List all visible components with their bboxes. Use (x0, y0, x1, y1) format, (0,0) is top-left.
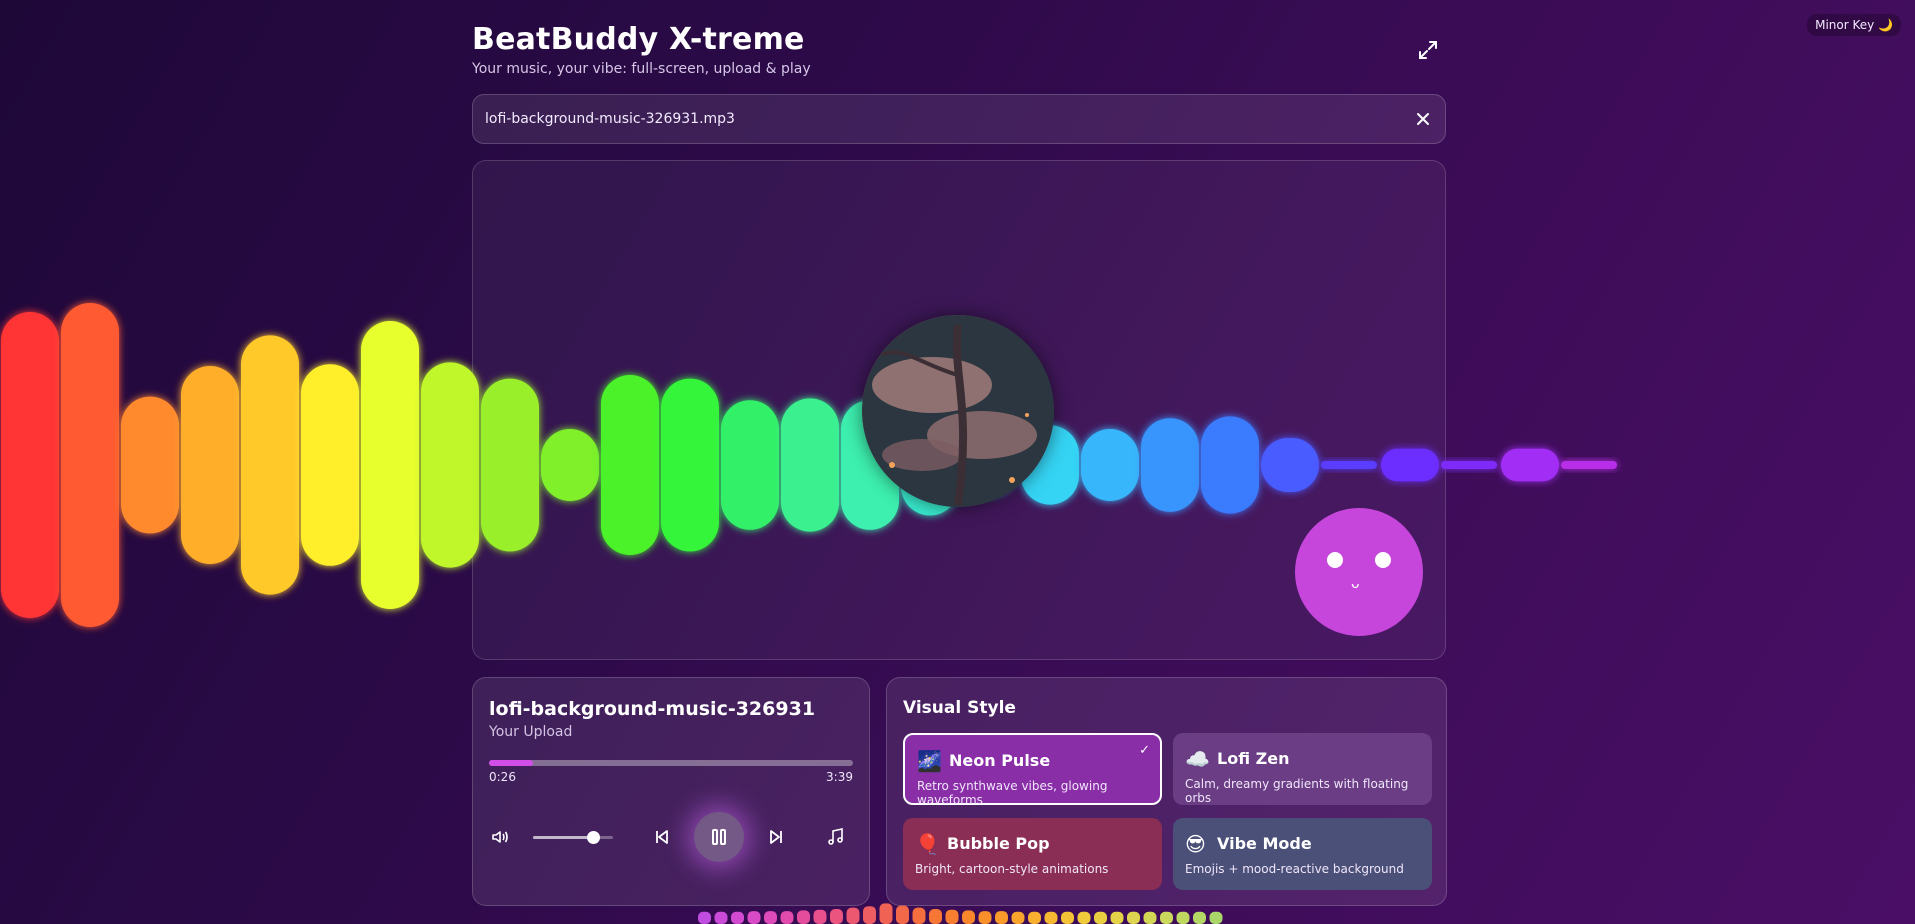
eq-bar (731, 911, 744, 924)
eq-bar (714, 911, 728, 924)
fullscreen-button[interactable] (1412, 34, 1444, 66)
waveform-bar (241, 335, 299, 595)
mascot-right-eye (1375, 552, 1391, 568)
playback-controls (473, 812, 869, 862)
eq-bar (1176, 911, 1190, 924)
eq-bar (863, 906, 876, 924)
style-option-desc: Calm, dreamy gradients with floating orb… (1185, 777, 1409, 805)
volume-icon (492, 831, 508, 843)
waveform-bar (1441, 461, 1497, 469)
app-header: BeatBuddy X-treme Your music, your vibe:… (472, 22, 811, 77)
waveform-bar (61, 303, 119, 627)
progress-fill (489, 760, 533, 766)
music-note-icon (828, 828, 843, 845)
mascot-mouth: ᴗ (1351, 576, 1360, 592)
balloon-icon: 🎈 (915, 832, 940, 856)
check-icon: ✓ (1139, 743, 1150, 758)
visual-style-card: Visual Style 🌌 Neon Pulse Retro synthwav… (886, 677, 1447, 906)
eq-bar (1011, 911, 1025, 924)
file-name: lofi-background-music-326931.mp3 (485, 111, 735, 127)
style-option-desc: Retro synthwave vibes, glowing waveforms (917, 779, 1108, 807)
eq-bar (912, 907, 926, 924)
eq-bar (945, 909, 959, 924)
mute-button[interactable] (489, 826, 511, 848)
volume-slider[interactable] (533, 831, 613, 844)
style-option-name: Vibe Mode (1217, 834, 1312, 853)
eq-bar (1061, 911, 1074, 924)
eq-bar (764, 911, 777, 924)
previous-button[interactable] (651, 826, 673, 848)
eq-bar (846, 907, 860, 924)
waveform-bar (121, 396, 179, 534)
volume-thumb[interactable] (587, 831, 600, 844)
waveform-bar (361, 321, 419, 609)
elapsed-time: 0:26 (489, 770, 516, 784)
eq-bar (780, 911, 794, 924)
app-subtitle: Your music, your vibe: full-screen, uplo… (472, 61, 811, 77)
eq-bar (1028, 911, 1041, 924)
waveform-bar (421, 362, 479, 568)
waveform-bar (1501, 448, 1559, 482)
album-art (862, 315, 1054, 507)
close-icon (1417, 113, 1429, 125)
waveform-bar (1561, 461, 1617, 469)
eq-bar (1110, 911, 1124, 924)
style-option-lofi-zen[interactable]: ☁️ Lofi Zen Calm, dreamy gradients with … (1173, 733, 1432, 805)
mini-equalizer (698, 903, 1223, 924)
waveform-bar (1, 312, 59, 618)
visual-style-heading: Visual Style (903, 698, 1016, 718)
eq-bar (929, 909, 942, 924)
eq-bar (1143, 911, 1157, 924)
eq-bar (1209, 911, 1223, 924)
style-option-name: Bubble Pop (947, 834, 1050, 853)
eq-bar (1077, 911, 1091, 924)
waveform-bar (181, 366, 239, 564)
style-option-vibe-mode[interactable]: 😎 Vibe Mode Emojis + mood-reactive backg… (1173, 818, 1432, 890)
eq-bar (1044, 911, 1058, 924)
eq-bar (1127, 911, 1140, 924)
progress-bar[interactable] (489, 760, 853, 766)
file-bar: lofi-background-music-326931.mp3 (472, 94, 1446, 144)
app-title: BeatBuddy X-treme (472, 22, 805, 57)
style-option-name: Lofi Zen (1217, 749, 1290, 768)
eq-bar (1160, 911, 1173, 924)
mood-badge: Minor Key 🌙 (1807, 14, 1901, 36)
style-option-neon-pulse[interactable]: 🌌 Neon Pulse Retro synthwave vibes, glow… (903, 733, 1162, 807)
eq-bar (879, 903, 893, 924)
track-title: lofi-background-music-326931 (489, 698, 816, 720)
pause-icon (712, 829, 726, 845)
skip-forward-icon (770, 830, 782, 844)
sunglasses-icon: 😎 (1185, 832, 1206, 856)
eq-bar (747, 911, 761, 924)
pause-button[interactable] (694, 812, 744, 862)
style-option-desc: Emojis + mood-reactive background (1185, 862, 1404, 876)
style-option-desc: Bright, cartoon-style animations (915, 862, 1109, 876)
eq-bar (813, 909, 827, 924)
galaxy-icon: 🌌 (917, 749, 942, 773)
skip-back-icon (656, 830, 668, 844)
eq-bar (797, 910, 810, 924)
eq-bar (962, 910, 975, 924)
volume-fill (533, 836, 593, 839)
eq-bar (978, 911, 992, 924)
track-source: Your Upload (489, 724, 573, 740)
expand-icon (1419, 41, 1437, 59)
eq-bar (1193, 911, 1206, 924)
mascot-face: ᴗ (1295, 508, 1423, 636)
waveform-bar (301, 364, 359, 566)
player-card: lofi-background-music-326931 Your Upload… (472, 677, 870, 906)
next-button[interactable] (765, 826, 787, 848)
playlist-button[interactable] (825, 826, 847, 848)
eq-bar (698, 911, 711, 924)
style-option-name: Neon Pulse (949, 751, 1051, 770)
eq-bar (830, 909, 843, 924)
duration-time: 3:39 (826, 770, 853, 784)
style-option-bubble-pop[interactable]: 🎈 Bubble Pop Bright, cartoon-style anima… (903, 818, 1162, 890)
eq-bar (896, 905, 909, 924)
mascot-left-eye (1327, 552, 1343, 568)
remove-file-button[interactable] (1415, 111, 1431, 127)
eq-bar (1094, 911, 1107, 924)
cloud-icon: ☁️ (1185, 747, 1210, 771)
eq-bar (995, 911, 1008, 924)
